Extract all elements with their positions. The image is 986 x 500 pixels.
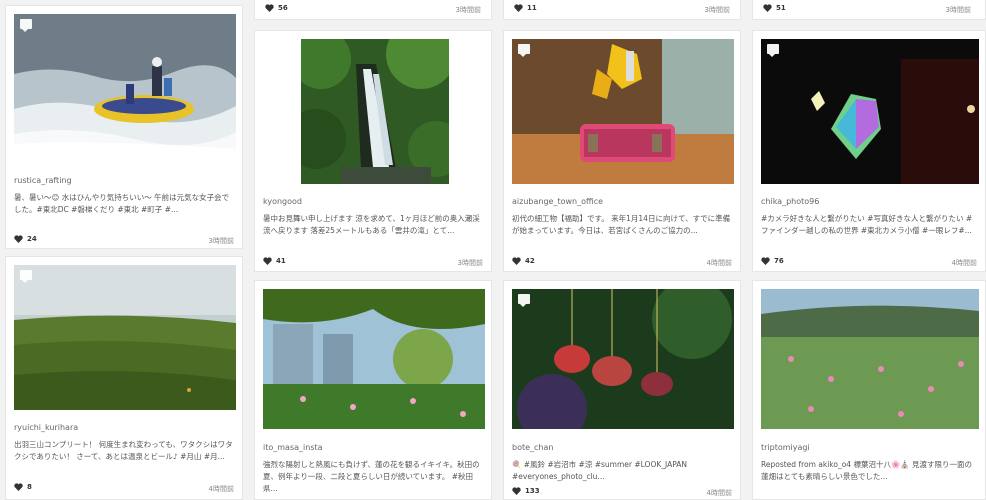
heart-icon	[763, 4, 772, 12]
video-icon	[518, 44, 530, 57]
heart-icon	[263, 257, 272, 265]
post-username[interactable]: kyongood	[263, 197, 302, 206]
partial-card-top-4[interactable]: 51 3時間前	[752, 0, 986, 20]
post-time: 3時間前	[457, 259, 483, 267]
post-photo-waterfall[interactable]	[301, 39, 449, 184]
video-icon	[767, 44, 779, 57]
post-caption: 出羽三山コンプリート！ 何度生まれ変わっても、ワタクシはワタクシでありたい！ さ…	[14, 440, 233, 461]
post-caption: 🍭 #風鈴 #岩沼市 #涼 #summer #LOOK_JAPAN #every…	[512, 460, 688, 481]
post-card[interactable]: aizubange_town_office 初代の細工物【福助】です。 来年1月…	[503, 30, 741, 272]
post-time: 4時間前	[208, 485, 234, 493]
post-time: 3時間前	[455, 6, 481, 14]
like-count[interactable]: 41	[263, 257, 286, 265]
partial-card-top-3[interactable]: 11 3時間前	[503, 0, 741, 20]
post-photo-crystal[interactable]	[761, 39, 979, 184]
post-username[interactable]: aizubange_town_office	[512, 197, 603, 206]
post-card[interactable]: ryuichi_kurihara 出羽三山コンプリート！ 何度生まれ変わっても、…	[5, 256, 243, 500]
post-photo-wind-chimes[interactable]	[512, 289, 734, 429]
partial-card-top-2[interactable]: 56 3時間前	[254, 0, 492, 20]
post-caption: 初代の細工物【福助】です。 来年1月14日に向けて、すでに準備が始まっています。…	[512, 214, 731, 235]
post-username[interactable]: ryuichi_kurihara	[14, 423, 78, 432]
post-photo-lotus-field[interactable]	[761, 289, 979, 429]
post-username[interactable]: rustica_rafting	[14, 176, 72, 185]
post-photo-field[interactable]	[14, 265, 236, 410]
heart-icon	[265, 4, 274, 12]
post-caption: #カメラ好きな人と繋がりたい #写真好きな人と繋がりたい #ファインダー越しの私…	[761, 214, 973, 235]
post-caption: Reposted from akiko_o4 標葉沼十八🌸⛪ 見渡す限り一面の蓮…	[761, 460, 973, 481]
like-count[interactable]: 8	[14, 483, 32, 491]
video-icon	[20, 270, 32, 283]
post-photo-ornament[interactable]	[512, 39, 734, 184]
post-time: 3時間前	[945, 6, 971, 14]
post-time: 3時間前	[704, 6, 730, 14]
video-icon	[20, 19, 32, 32]
post-card[interactable]: chika_photo96 #カメラ好きな人と繋がりたい #写真好きな人と繋がり…	[752, 30, 986, 272]
heart-icon	[14, 235, 23, 243]
like-count[interactable]: 11	[514, 4, 537, 12]
heart-icon	[514, 4, 523, 12]
like-count[interactable]: 133	[512, 487, 540, 495]
video-icon	[518, 294, 530, 307]
post-time: 3時間前	[208, 237, 234, 245]
like-count[interactable]: 42	[512, 257, 535, 265]
post-card[interactable]: rustica_rafting 暑、暑い〜😊 水はひんやり気持ちいい〜 午前は元…	[5, 5, 243, 249]
post-card[interactable]: triptomiyagi Reposted from akiko_o4 標葉沼十…	[752, 280, 986, 500]
heart-icon	[14, 483, 23, 491]
like-count[interactable]: 56	[265, 4, 288, 12]
post-username[interactable]: ito_masa_insta	[263, 443, 323, 452]
heart-icon	[761, 257, 770, 265]
post-card[interactable]: bote_chan 🍭 #風鈴 #岩沼市 #涼 #summer #LOOK_JA…	[503, 280, 741, 500]
post-caption: 暑、暑い〜😊 水はひんやり気持ちいい〜 午前は元気な女子会でした。#東北DC #…	[14, 193, 230, 214]
post-photo-rafting[interactable]	[14, 14, 236, 164]
post-time: 4時間前	[706, 489, 732, 497]
post-time: 4時間前	[951, 259, 977, 267]
post-username[interactable]: chika_photo96	[761, 197, 819, 206]
heart-icon	[512, 487, 521, 495]
post-card[interactable]: kyongood 暑中お見舞い申し上げます 涼を求めて、1ヶ月ほど前の奥入瀬渓流…	[254, 30, 492, 272]
post-username[interactable]: bote_chan	[512, 443, 553, 452]
post-card[interactable]: ito_masa_insta 強烈な陽射しと熱風にも負けず、蓮の花を観るイキイキ…	[254, 280, 492, 500]
post-caption: 暑中お見舞い申し上げます 涼を求めて、1ヶ月ほど前の奥入瀬渓流へ戻ります 落差2…	[263, 214, 480, 235]
post-time: 4時間前	[706, 259, 732, 267]
post-caption: 強烈な陽射しと熱風にも負けず、蓮の花を観るイキイキ。秋田の夏、例年より一段、二段…	[263, 460, 480, 493]
like-count[interactable]: 76	[761, 257, 784, 265]
heart-icon	[512, 257, 521, 265]
post-photo-lotus-city[interactable]	[263, 289, 485, 429]
post-username[interactable]: triptomiyagi	[761, 443, 810, 452]
like-count[interactable]: 51	[763, 4, 786, 12]
like-count[interactable]: 24	[14, 235, 37, 243]
